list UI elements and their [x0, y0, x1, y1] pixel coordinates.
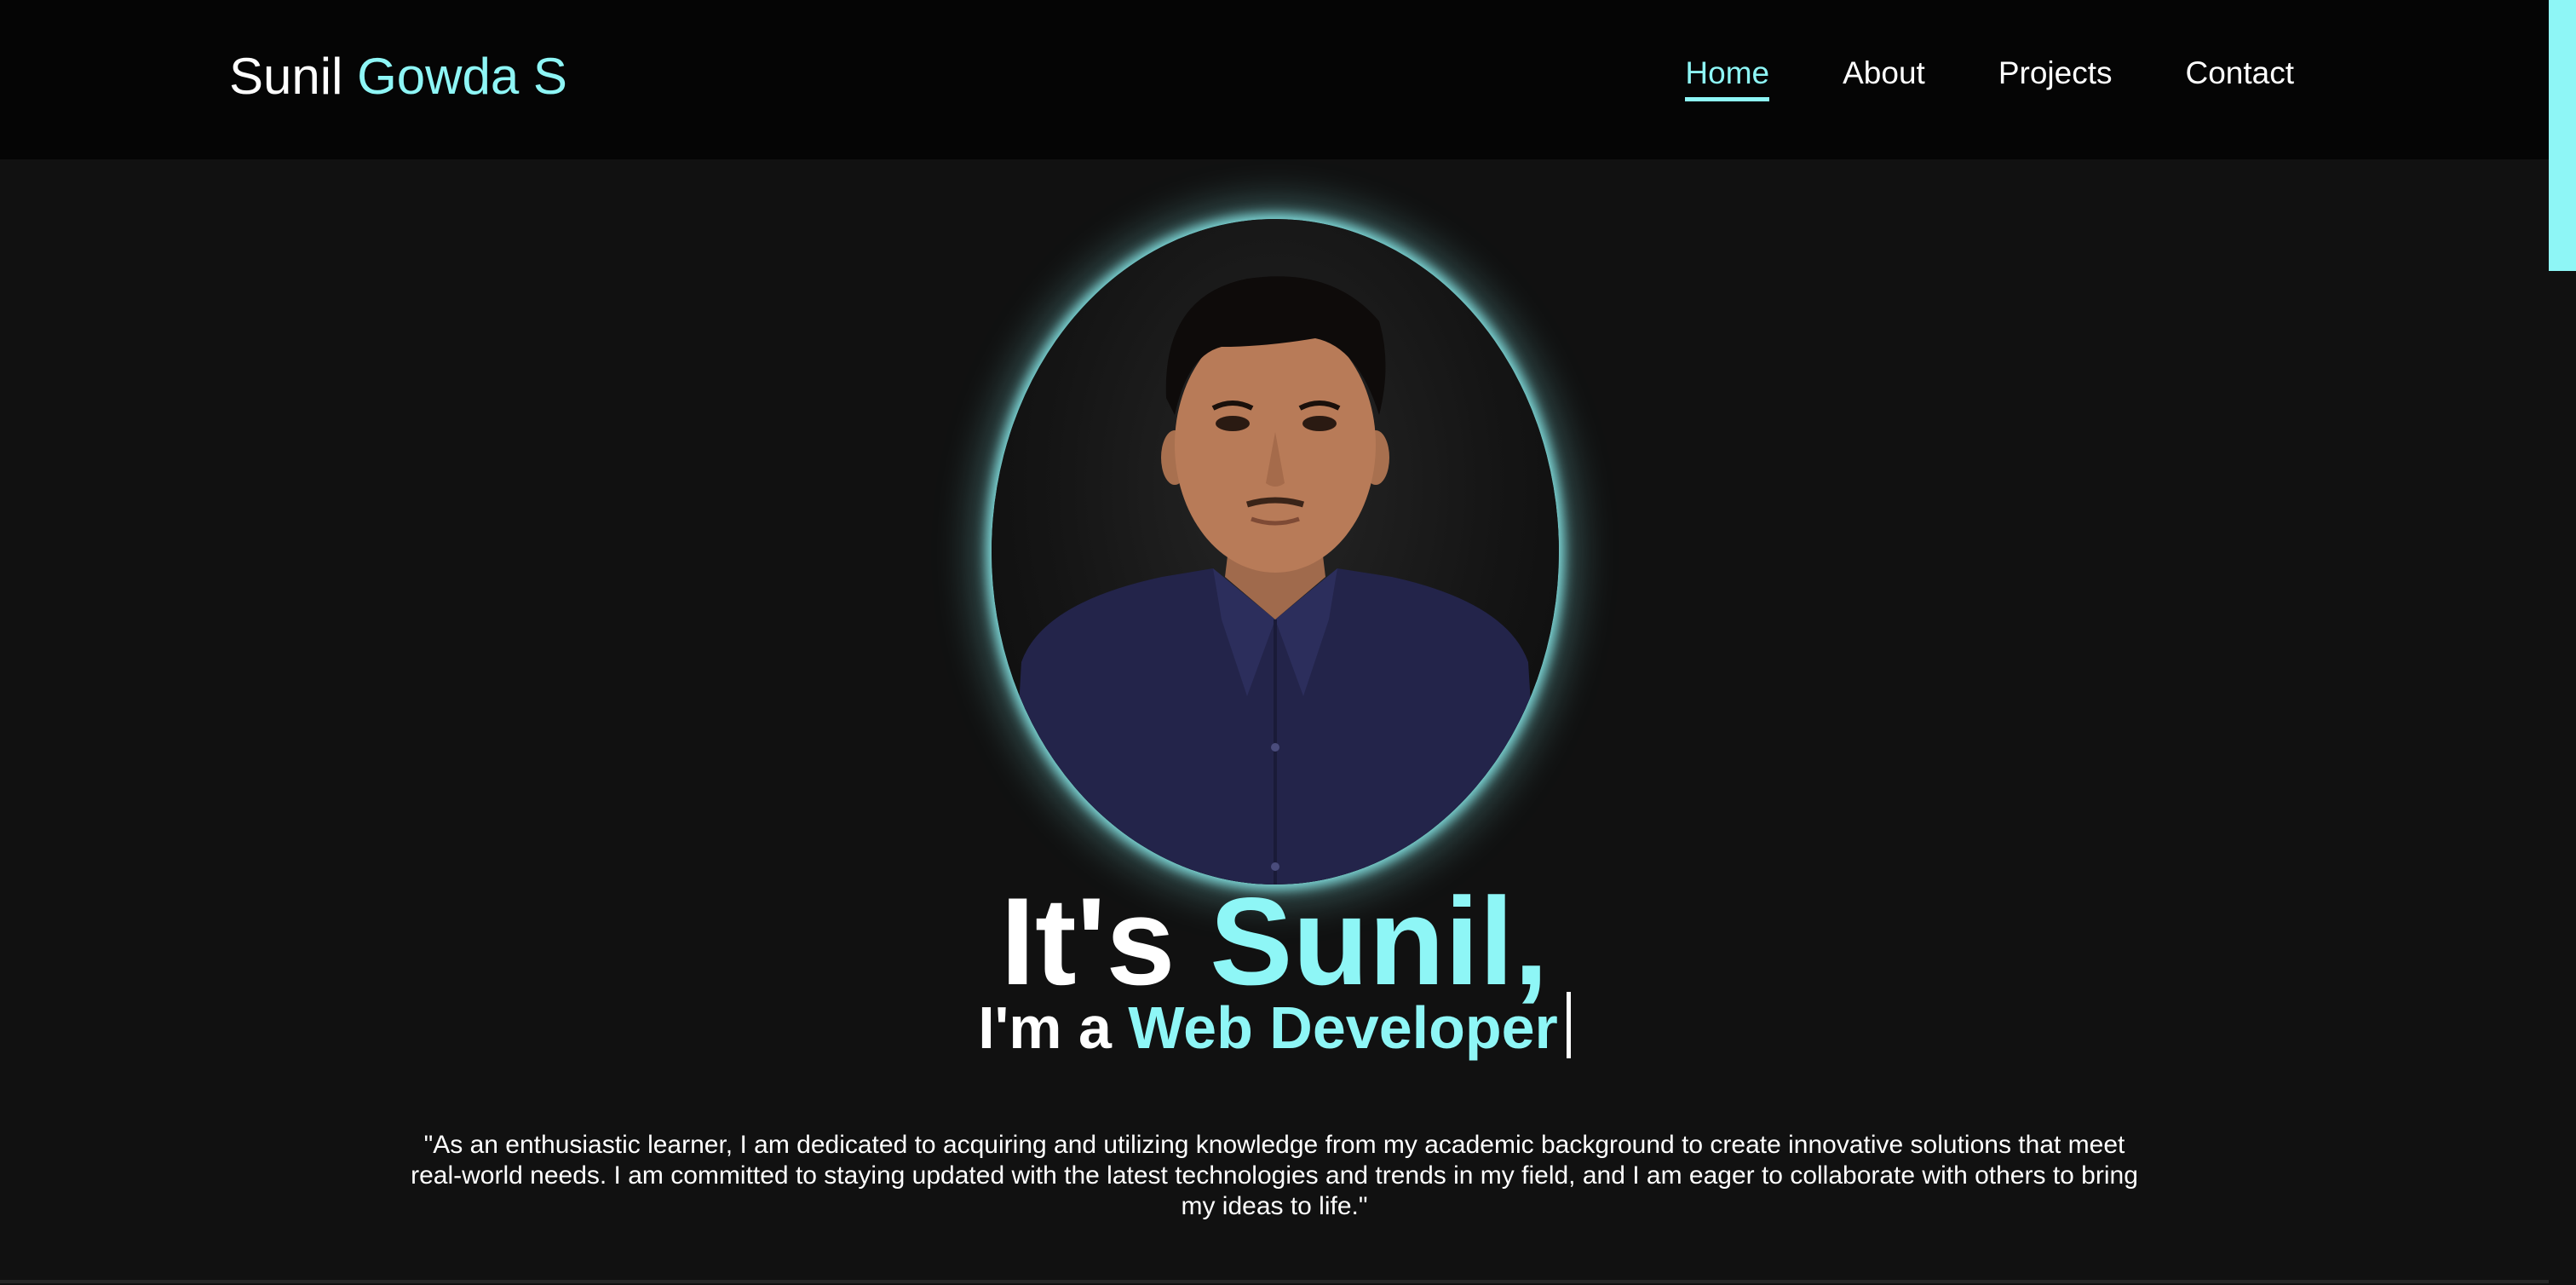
nav-link-contact[interactable]: Contact: [2185, 55, 2294, 97]
logo-accent-name: Gowda S: [357, 48, 567, 105]
scrollbar-thumb[interactable]: [2549, 0, 2576, 271]
nav-link-projects[interactable]: Projects: [1998, 55, 2113, 97]
nav-link-home[interactable]: Home: [1685, 55, 1770, 101]
profile-photo-icon: [1009, 276, 1542, 885]
portfolio-page: Sunil Gowda S Home About Projects Contac…: [0, 0, 2576, 1285]
navbar: Sunil Gowda S Home About Projects Contac…: [0, 0, 2549, 159]
bio-text: "As an enthusiastic learner, I am dedica…: [411, 1131, 2138, 1220]
logo-first-name: Sunil: [229, 48, 343, 105]
hero-title-name: Sunil,: [1210, 872, 1549, 1011]
typing-cursor: [1566, 992, 1571, 1058]
main-nav: Home About Projects Contact: [1685, 55, 2294, 101]
hero-title-prefix: It's: [1000, 872, 1176, 1011]
bottom-divider: [0, 1280, 2549, 1283]
hero-title: It's Sunil,: [0, 873, 2549, 1010]
profile-photo: [992, 219, 1559, 885]
nav-link-about[interactable]: About: [1843, 55, 1925, 97]
hero-subtitle-prefix: I'm a: [978, 994, 1112, 1061]
site-logo[interactable]: Sunil Gowda S: [229, 44, 567, 109]
hero-subtitle-role: Web Developer: [1128, 994, 1558, 1061]
hero-subtitle: I'm a Web Developer: [0, 991, 2549, 1064]
